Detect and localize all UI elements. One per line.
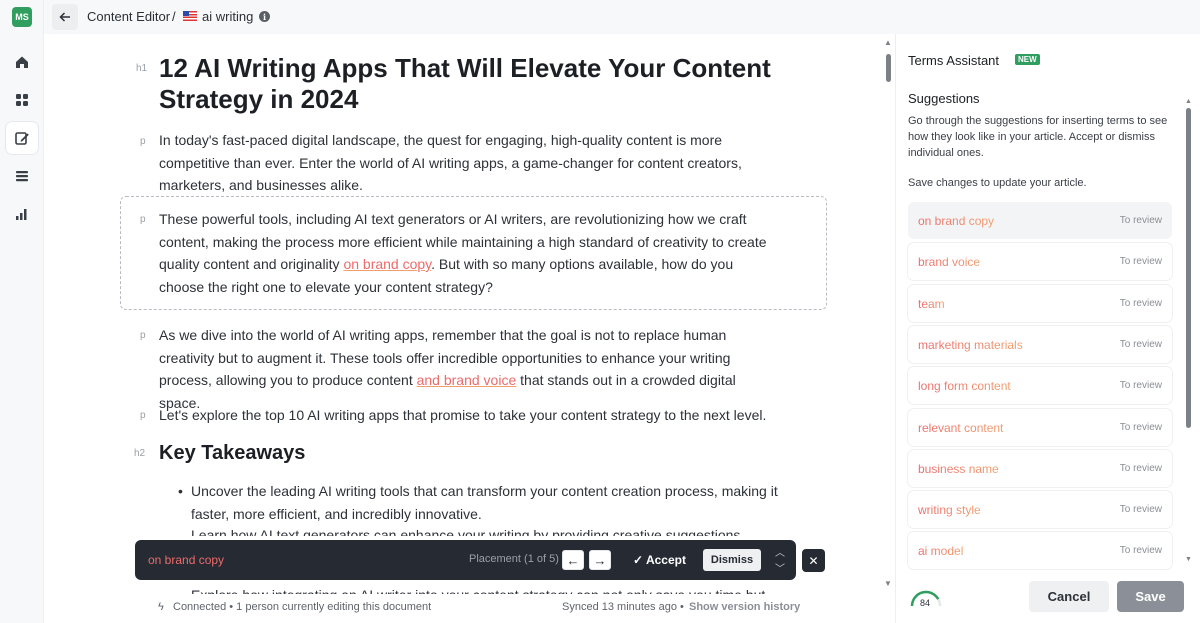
home-icon <box>16 56 28 68</box>
info-icon[interactable]: i <box>259 11 270 22</box>
breadcrumb-document: ai writing <box>202 9 254 24</box>
breadcrumb-parent[interactable]: Content Editor <box>87 9 170 24</box>
panel-title: Terms Assistant <box>908 53 1000 68</box>
term-status: To review <box>1119 462 1162 474</box>
editor-scrollbar-thumb[interactable] <box>886 54 891 82</box>
block-tag-p: p <box>140 330 146 341</box>
breadcrumb-separator: / <box>172 9 176 24</box>
term-status: To review <box>1119 256 1162 268</box>
left-rail: MS <box>0 0 44 623</box>
term-item[interactable]: on brand copy To review <box>908 202 1172 239</box>
term-item[interactable]: long form content To review <box>908 367 1172 405</box>
stats-nav-button[interactable] <box>6 198 38 230</box>
term-name: writing style <box>918 503 981 518</box>
editor-nav-button[interactable] <box>6 122 38 154</box>
term-status: To review <box>1119 215 1162 226</box>
paragraph-3[interactable]: As we dive into the world of AI writing … <box>159 324 779 414</box>
dismiss-button[interactable]: Dismiss <box>703 549 761 571</box>
section-heading[interactable]: Key Takeaways <box>159 442 305 465</box>
term-item[interactable]: ai model To review <box>908 532 1172 570</box>
chart-icon <box>16 209 27 220</box>
editor-area[interactable]: h1 12 AI Writing Apps That Will Elevate … <box>44 34 892 623</box>
term-status: To review <box>1119 421 1162 433</box>
term-highlight[interactable]: on brand copy <box>343 256 431 272</box>
version-history-link[interactable]: Show version history <box>689 601 800 613</box>
chevron-up-icon[interactable]: ︿ <box>775 544 785 559</box>
block-tag-h2: h2 <box>134 448 146 459</box>
suggestions-description: Go through the suggestions for inserting… <box>908 115 1168 159</box>
terms-assistant-panel: Terms Assistant NEW Suggestions Go throu… <box>895 34 1200 623</box>
term-name: relevant content <box>918 420 1004 435</box>
bullet-item[interactable]: Explore how integrating an AI writer int… <box>191 580 791 594</box>
paragraph-4[interactable]: Let's explore the top 10 AI writing apps… <box>159 404 779 427</box>
close-icon: ✕ <box>808 553 819 568</box>
panel-scroll-down-arrow[interactable]: ▼ <box>1185 556 1192 563</box>
term-status: To review <box>1119 504 1162 516</box>
prev-placement-button[interactable]: ← <box>562 550 584 570</box>
scroll-down-arrow[interactable]: ▼ <box>884 579 892 588</box>
term-item[interactable]: brand voice To review <box>908 243 1172 281</box>
term-status: To review <box>1119 380 1162 392</box>
panel-scrollbar-thumb[interactable] <box>1186 108 1191 428</box>
panel-scroll-up-arrow[interactable]: ▲ <box>1185 98 1192 105</box>
back-arrow-icon <box>59 12 70 22</box>
term-name: team <box>918 296 945 311</box>
scroll-up-arrow[interactable]: ▲ <box>884 38 892 47</box>
paragraph-1[interactable]: In today's fast-paced digital landscape,… <box>159 129 779 197</box>
next-placement-button[interactable]: → <box>589 550 611 570</box>
save-button[interactable]: Save <box>1117 581 1184 612</box>
close-placement-button[interactable]: ✕ <box>802 549 825 572</box>
score-value: 84 <box>920 598 931 608</box>
dashboard-nav-button[interactable] <box>6 84 38 116</box>
term-highlight[interactable]: and brand voice <box>417 372 517 388</box>
block-tag-h1: h1 <box>136 63 148 74</box>
list-icon <box>16 171 28 182</box>
editor-icon <box>15 132 29 145</box>
term-name: ai model <box>918 544 964 559</box>
check-icon: ✓ <box>633 553 646 567</box>
dashboard-icon <box>16 94 28 106</box>
term-name: long form content <box>918 379 1011 394</box>
cancel-button[interactable]: Cancel <box>1029 581 1109 612</box>
connection-status: Connected • 1 person currently editing t… <box>173 601 432 613</box>
back-button[interactable] <box>52 4 78 30</box>
bullet-item[interactable]: Uncover the leading AI writing tools tha… <box>178 480 791 525</box>
new-badge: NEW <box>1015 54 1040 65</box>
save-note: Save changes to update your article. <box>908 177 1087 189</box>
placement-term: on brand copy <box>148 553 225 567</box>
paragraph-2[interactable]: These powerful tools, including AI text … <box>159 208 779 298</box>
bullet-item[interactable]: Learn how AI text generators can enhance… <box>191 524 791 536</box>
term-name: brand voice <box>918 255 981 270</box>
term-item[interactable]: marketing materials To review <box>908 325 1172 363</box>
avatar[interactable]: MS <box>12 7 32 27</box>
term-name: on brand copy <box>918 214 995 228</box>
flag-us-icon <box>183 11 197 21</box>
home-nav-button[interactable] <box>6 46 38 78</box>
chevron-down-icon[interactable]: ﹀ <box>775 560 785 575</box>
term-status: To review <box>1119 545 1162 557</box>
article-title[interactable]: 12 AI Writing Apps That Will Elevate You… <box>159 53 799 115</box>
placement-bar: on brand copy Placement (1 of 5) ← → ✓ A… <box>135 540 796 580</box>
block-tag-p: p <box>140 136 146 147</box>
term-status: To review <box>1119 297 1162 309</box>
sync-status: Synced 13 minutes ago • <box>562 601 684 613</box>
term-name: business name <box>918 461 999 476</box>
suggestions-title: Suggestions <box>908 91 980 106</box>
term-status: To review <box>1119 338 1162 350</box>
term-item[interactable]: relevant content To review <box>908 408 1172 446</box>
lightning-icon: ϟ <box>158 601 164 613</box>
accept-button[interactable]: ✓ Accept <box>633 553 686 567</box>
term-item[interactable]: team To review <box>908 284 1172 322</box>
term-item[interactable]: business name To review <box>908 449 1172 487</box>
placement-counter: Placement (1 of 5) <box>469 553 559 565</box>
top-bar: Content Editor / ai writing i <box>44 0 1200 34</box>
block-tag-p: p <box>140 410 146 421</box>
term-item[interactable]: writing style To review <box>908 491 1172 529</box>
list-nav-button[interactable] <box>6 160 38 192</box>
block-tag-p: p <box>140 214 146 225</box>
term-name: marketing materials <box>918 337 1023 352</box>
